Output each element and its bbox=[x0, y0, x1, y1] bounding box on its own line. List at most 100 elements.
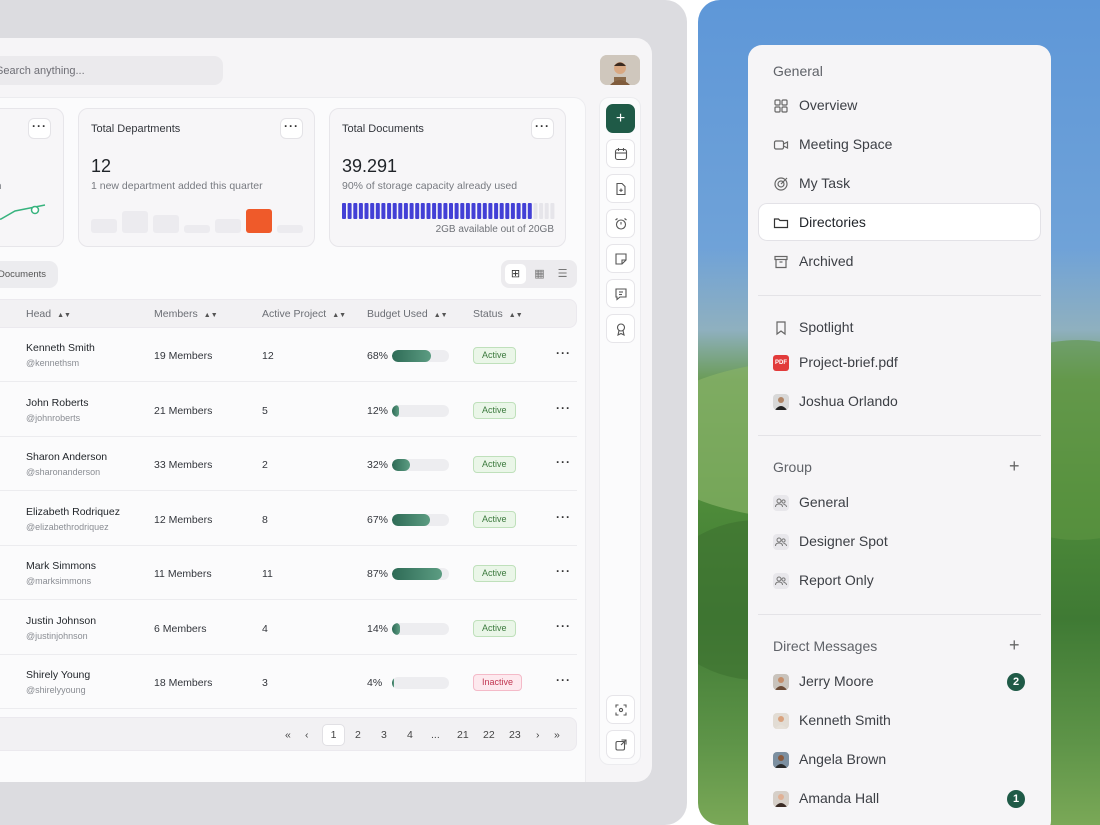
stat-sub: 1 new department added this quarter bbox=[91, 180, 263, 192]
more-options-button[interactable]: ··· bbox=[280, 118, 303, 139]
segment-documents[interactable]: Documents bbox=[0, 261, 58, 288]
section-dm-title: Direct Messages bbox=[773, 638, 878, 654]
prev-page-button[interactable]: ‹ bbox=[305, 729, 309, 741]
nav-label: Project-brief.pdf bbox=[799, 354, 898, 370]
table-view-icon[interactable]: ⊞ bbox=[505, 264, 526, 284]
nav-label: My Task bbox=[799, 175, 851, 191]
page-1[interactable]: 1 bbox=[322, 724, 345, 746]
document-icon[interactable] bbox=[606, 174, 635, 203]
budget-bar bbox=[392, 350, 449, 362]
storage-gauge-segment bbox=[454, 203, 459, 219]
storage-gauge-segment bbox=[539, 203, 544, 219]
table-row[interactable]: sKenneth Smith@kennethsm19 Members1268%A… bbox=[0, 328, 577, 382]
row-more-button[interactable]: ··· bbox=[556, 455, 571, 469]
head-handle: @elizabethrodriquez bbox=[26, 521, 109, 532]
table-row[interactable]: Elizabeth Rodriquez @elizabethrodriquez 12… bbox=[0, 492, 577, 546]
status-badge: Active bbox=[473, 347, 516, 364]
sticky-note-icon[interactable] bbox=[606, 244, 635, 273]
storage-gauge-segment bbox=[449, 203, 453, 219]
storage-gauge-segment bbox=[482, 203, 487, 219]
storage-gauge-segment bbox=[499, 203, 504, 219]
nav-label: Archived bbox=[799, 253, 854, 269]
app-frame: Search anything... ··· onth bbox=[0, 38, 652, 782]
section-general-title: General bbox=[773, 63, 823, 79]
storage-note: 2GB available out of 20GB bbox=[435, 224, 554, 235]
active-project-count: 8 bbox=[262, 513, 268, 526]
storage-gauge-segment bbox=[505, 203, 510, 219]
sort-icon: ▲▼ bbox=[433, 312, 448, 319]
grid-view-icon[interactable]: ▦ bbox=[529, 264, 550, 284]
members-count: 21 Members bbox=[154, 404, 213, 417]
table-row[interactable]: John Roberts @johnroberts 21 Members 5 12% Ac… bbox=[0, 383, 577, 437]
more-options-button[interactable]: ··· bbox=[531, 118, 554, 139]
members-count: 18 Members bbox=[154, 677, 213, 689]
table-row[interactable]: .Shirely Young@shirelyyoung18 Members34%… bbox=[0, 655, 577, 709]
first-page-button[interactable]: « bbox=[285, 729, 291, 741]
divider bbox=[758, 295, 1041, 296]
head-name: Shirely Young bbox=[26, 669, 91, 681]
navigation-sidebar: General Overview Meeting Space My Task D… bbox=[748, 45, 1051, 825]
page-23[interactable]: 23 bbox=[509, 729, 521, 741]
unread-count-badge: 1 bbox=[1007, 790, 1025, 808]
header-active-project[interactable]: Active Project ▲▼ bbox=[262, 308, 346, 320]
members-count: 6 Members bbox=[154, 622, 207, 635]
storage-gauge-segment bbox=[510, 203, 515, 219]
avatar bbox=[773, 674, 789, 690]
page-2[interactable]: 2 bbox=[355, 729, 361, 741]
members-count: 33 Members bbox=[154, 459, 213, 471]
header-members[interactable]: Members ▲▼ bbox=[154, 308, 218, 320]
more-options-button[interactable]: ··· bbox=[28, 118, 51, 139]
page-3[interactable]: 3 bbox=[381, 729, 387, 741]
head-handle: @johnroberts bbox=[26, 412, 81, 423]
page-22[interactable]: 22 bbox=[483, 729, 495, 741]
head-name: Kenneth Smith bbox=[26, 342, 95, 354]
storage-gauge bbox=[342, 203, 555, 219]
table-row[interactable]: Justin Johnson @justinjohnson 6 Members 4 14… bbox=[0, 601, 577, 655]
people-icon bbox=[773, 573, 789, 589]
row-more-button[interactable]: ··· bbox=[556, 673, 571, 687]
status-badge: Active bbox=[473, 619, 516, 637]
page-21[interactable]: 21 bbox=[457, 729, 469, 741]
storage-gauge-segment bbox=[398, 203, 403, 219]
head-name: John Roberts bbox=[26, 396, 89, 409]
stat-card-partial: ··· onth bbox=[0, 108, 64, 247]
budget-bar bbox=[392, 404, 449, 417]
alarm-icon[interactable] bbox=[606, 209, 635, 238]
calendar-add-icon[interactable] bbox=[606, 139, 635, 168]
page-4[interactable]: 4 bbox=[407, 729, 413, 741]
table-row[interactable]: Sharon Anderson @sharonanderson 33 Members… bbox=[0, 437, 577, 491]
header-status[interactable]: Status ▲▼ bbox=[473, 308, 523, 320]
row-more-button[interactable]: ··· bbox=[556, 401, 571, 415]
row-more-button[interactable]: ··· bbox=[556, 564, 571, 578]
header-head[interactable]: Head ▲▼ bbox=[26, 308, 71, 320]
row-more-button[interactable]: ··· bbox=[556, 619, 571, 633]
storage-gauge-segment bbox=[477, 203, 482, 219]
bookmark-icon bbox=[776, 321, 786, 336]
award-icon[interactable] bbox=[606, 314, 635, 343]
budget-percent: 14% bbox=[367, 622, 389, 635]
storage-gauge-segment bbox=[522, 203, 527, 219]
add-dm-button[interactable]: + bbox=[1009, 635, 1020, 656]
avatar bbox=[773, 713, 789, 729]
row-more-button[interactable]: ··· bbox=[556, 510, 571, 524]
dashboard-window: Search anything... ··· onth bbox=[0, 0, 687, 825]
row-more-button[interactable]: ··· bbox=[556, 346, 571, 360]
share-icon[interactable] bbox=[606, 730, 635, 759]
message-add-icon[interactable] bbox=[606, 279, 635, 308]
user-avatar[interactable] bbox=[600, 55, 640, 85]
add-button[interactable]: + bbox=[606, 104, 635, 133]
add-group-button[interactable]: + bbox=[1009, 456, 1020, 477]
list-view-icon[interactable]: ☰ bbox=[552, 264, 573, 284]
sort-icon: ▲▼ bbox=[57, 312, 71, 319]
last-page-button[interactable]: » bbox=[554, 729, 560, 741]
status-badge: Inactive bbox=[473, 674, 523, 691]
header-budget-used[interactable]: Budget Used ▲▼ bbox=[367, 308, 448, 320]
dm-label: Jerry Moore bbox=[799, 673, 874, 689]
next-page-button[interactable]: › bbox=[536, 729, 540, 741]
nav-label: Report Only bbox=[799, 572, 874, 588]
table-row[interactable]: Mark Simmons @marksimmons 11 Members 11 87% A… bbox=[0, 546, 577, 600]
search-input[interactable]: Search anything... bbox=[0, 56, 223, 85]
active-project-count: 4 bbox=[262, 622, 268, 635]
nav-label: Designer Spot bbox=[799, 533, 888, 549]
scan-icon[interactable] bbox=[606, 695, 635, 724]
